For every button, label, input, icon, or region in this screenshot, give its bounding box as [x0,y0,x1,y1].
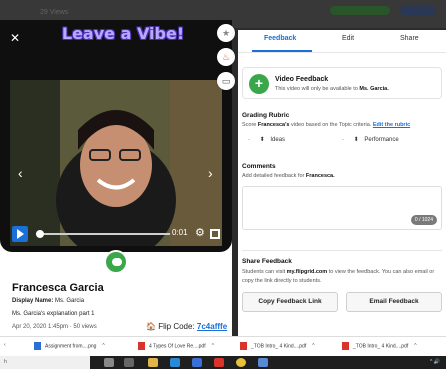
edge-icon[interactable] [170,358,180,367]
flip-code-icon: 🏠 [146,322,156,331]
comments-description: Add detailed feedback for Francesca. [242,173,335,179]
file-explorer-icon[interactable] [148,358,158,367]
performance-stepper[interactable]: - ⬍ Performance [342,136,399,148]
copy-feedback-link-button[interactable]: Copy Feedback Link [242,292,338,312]
student-name: Francesca Garcia [12,282,104,294]
response-description: Ms. Garcia's explanation part 1 [12,311,95,317]
video-player[interactable]: ✕ Leave a Vibe! ‹ › 0:01 ⚙ [0,20,232,252]
performance-value: - [342,137,344,143]
fullscreen-icon[interactable] [210,229,220,239]
response-panel: ✕ Leave a Vibe! ‹ › 0:01 ⚙ Francesca Gar… [0,20,232,336]
download-item[interactable]: 4 Types Of Love Re....pdf ^ [138,342,214,350]
photos-icon[interactable] [258,358,268,367]
tab-feedback[interactable]: Feedback [264,35,296,42]
pdf-file-icon [240,342,247,350]
chevron-up-icon: ^ [414,343,417,350]
tab-share[interactable]: Share [400,35,419,42]
caption-icon[interactable]: ▭ [217,72,235,90]
chat-bubble-button[interactable] [104,250,128,274]
rubric-description: Score Francesca's video based on the Top… [242,122,411,128]
feedback-panel: Feedback Edit Share + Video Feedback Thi… [238,30,446,336]
rubric-title: Grading Rubric [242,112,290,119]
display-name-value: Ms. Garcia [55,298,85,304]
stepper-arrows-icon[interactable]: ⬍ [260,137,265,143]
share-title: Share Feedback [242,258,292,265]
video-controls: 0:01 ⚙ [10,224,222,246]
video-feedback-subtitle: This video will only be available to Ms.… [275,86,389,92]
progress-knob[interactable] [35,230,44,238]
tab-divider [238,52,446,53]
comments-title: Comments [242,163,276,170]
task-view-icon[interactable] [124,358,134,367]
search-icon[interactable] [104,358,114,367]
windows-taskbar: h ^ 🔊 [0,356,446,369]
tab-bar: Feedback Edit Share [238,30,446,53]
flip-code-link[interactable]: 7c4afffe [197,322,227,331]
download-item[interactable]: Assignment from....png ^ [34,342,105,350]
video-feedback-title: Video Feedback [275,76,329,83]
taskbar-search[interactable]: h [0,356,90,369]
download-bar: ‹ Assignment from....png ^ 4 Types Of Lov… [0,336,446,356]
response-meta: Apr 20, 2020 1:45pm · 50 views [12,324,97,330]
office-icon[interactable] [214,358,224,367]
download-item[interactable]: _TOB Intro_ 4 Kind....pdf ^ [342,342,417,350]
chevron-up-icon: ^ [102,343,105,350]
prev-arrow-icon[interactable]: ‹ [18,165,23,181]
performance-label: Performance [364,137,399,143]
star-icon[interactable]: ★ [217,24,235,42]
faded-views-text: 29 Views [40,9,69,16]
video-frame-image [10,80,222,252]
ideas-stepper[interactable]: - ⬍ Ideas [248,136,285,148]
display-name: Display Name: Ms. Garcia [12,298,84,304]
share-description: Students can visit my.flipgrid.com to vi… [242,269,435,284]
faded-pill-2 [400,6,436,15]
image-file-icon [34,342,41,350]
faded-pill [330,6,390,15]
display-name-label: Display Name: [12,298,54,304]
ideas-value: - [248,137,250,143]
chevron-up-icon: ^ [211,343,214,350]
system-tray[interactable]: ^ 🔊 [430,359,440,365]
store-icon[interactable] [192,358,202,367]
add-icon[interactable]: + [249,74,269,94]
section-divider [242,250,442,251]
video-time: 0:01 [172,228,188,237]
download-item[interactable]: _TOB Intro_ 4 Kind....pdf ^ [240,342,315,350]
flip-code-label: Flip Code: [158,322,195,331]
flip-code: 🏠 Flip Code: 7c4afffe [146,322,227,331]
taskbar-search-text: h [4,359,7,365]
gear-icon[interactable]: ⚙ [195,226,205,239]
email-feedback-button[interactable]: Email Feedback [346,292,442,312]
chevron-up-icon: ^ [312,343,315,350]
tab-edit[interactable]: Edit [342,35,354,42]
progress-bar[interactable] [35,230,170,238]
ideas-label: Ideas [270,137,286,143]
character-counter: 0 / 1024 [410,215,437,225]
edit-rubric-link[interactable]: Edit the rubric [373,122,410,128]
comment-textarea[interactable]: 0 / 1024 [242,186,442,230]
chat-bubble-icon [112,258,122,266]
fire-icon[interactable]: ♨ [217,48,235,66]
student-video-thumbnail [10,80,222,252]
sticker-text: Leave a Vibe! [61,24,185,43]
download-scroll-left[interactable]: ‹ [4,342,6,348]
close-icon[interactable]: ✕ [10,32,20,44]
play-button[interactable] [12,226,28,242]
stepper-arrows-icon[interactable]: ⬍ [354,137,359,143]
pdf-file-icon [138,342,145,350]
next-arrow-icon[interactable]: › [208,165,213,181]
pdf-file-icon [342,342,349,350]
chrome-icon[interactable] [236,358,246,367]
video-feedback-card[interactable]: + Video Feedback This video will only be… [242,67,442,99]
